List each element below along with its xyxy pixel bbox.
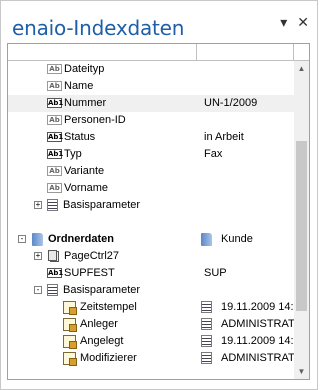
- row-label: Dateityp: [64, 63, 105, 75]
- system-field-icon: [63, 301, 77, 315]
- row-label: PageCtrl27: [64, 250, 120, 262]
- row-value: 19.11.2009 14:: [221, 335, 294, 347]
- panel-menu-dropdown-icon[interactable]: ▾: [280, 14, 287, 31]
- grid-row-variante[interactable]: Ab Variante: [8, 163, 294, 180]
- row-label: Modifizierer: [80, 352, 137, 364]
- row-value: Fax: [204, 148, 223, 160]
- system-field-icon: [63, 318, 77, 332]
- row-label: Nummer: [64, 97, 107, 109]
- row-label: Basisparameter: [63, 199, 141, 211]
- grid-row-zeitstempel[interactable]: Zeitstempel 19.11.2009 14:: [8, 299, 294, 316]
- collapse-minus-icon[interactable]: -: [34, 286, 42, 294]
- grid-row-personen-id[interactable]: Ab Personen-ID: [8, 112, 294, 129]
- header-name-column[interactable]: [8, 44, 197, 60]
- row-label: Typ: [64, 148, 82, 160]
- row-label: Angelegt: [80, 335, 124, 347]
- text-field-icon: Ab: [47, 183, 62, 193]
- grid-group-basisparameter[interactable]: + Basisparameter: [8, 197, 294, 214]
- row-label: Status: [64, 131, 96, 143]
- list-value-icon: [201, 318, 212, 330]
- text-field-icon: Ab: [47, 64, 62, 74]
- row-value: in Arbeit: [204, 131, 244, 143]
- grid-row-modifizierer[interactable]: Modifizierer ADMINISTRAT: [8, 350, 294, 367]
- grid-group-pagectrl27[interactable]: + PageCtrl27: [8, 248, 294, 265]
- grid-row-name[interactable]: Ab Name: [8, 78, 294, 95]
- required-text-field-icon: Ab1: [47, 98, 64, 108]
- page-control-icon: [48, 250, 59, 262]
- text-field-icon: Ab: [47, 81, 62, 91]
- list-group-icon: [47, 284, 58, 296]
- required-text-field-icon: Ab1: [47, 149, 64, 159]
- vertical-scrollbar[interactable]: ▲ ▼: [294, 61, 309, 379]
- folder-icon: [201, 233, 212, 246]
- scrollbar-thumb[interactable]: [296, 141, 307, 311]
- row-label: Vorname: [64, 182, 109, 194]
- grid-spacer-row: [8, 214, 294, 231]
- title-buttons: ▾ ✕: [280, 14, 309, 31]
- panel-close-icon[interactable]: ✕: [297, 14, 309, 31]
- grid-rows: Ab Dateityp Ab Name Ab1 Nummer UN-1/2009…: [8, 61, 294, 367]
- row-value: 19.11.2009 14:: [221, 301, 294, 313]
- grid-header: [8, 44, 309, 61]
- grid-row-dateityp[interactable]: Ab Dateityp: [8, 61, 294, 78]
- text-field-icon: Ab: [47, 115, 62, 125]
- row-value: UN-1/2009: [204, 97, 258, 109]
- scroll-down-arrow-icon[interactable]: ▼: [294, 364, 309, 379]
- expand-plus-icon[interactable]: +: [34, 252, 42, 260]
- list-value-icon: [201, 301, 212, 313]
- row-label: SUPFEST: [64, 267, 115, 279]
- grid-row-nummer[interactable]: Ab1 Nummer UN-1/2009: [8, 95, 294, 112]
- list-value-icon: [201, 352, 212, 364]
- grid-row-vorname[interactable]: Ab Vorname: [8, 180, 294, 197]
- grid-row-supfest[interactable]: Ab1 SUPFEST SUP: [8, 265, 294, 282]
- expand-plus-icon[interactable]: +: [34, 201, 42, 209]
- list-group-icon: [47, 199, 58, 211]
- row-label: Basisparameter: [63, 284, 141, 296]
- system-field-icon: [63, 352, 77, 366]
- row-label: Zeitstempel: [80, 301, 137, 313]
- system-field-icon: [63, 335, 77, 349]
- scroll-up-arrow-icon[interactable]: ▲: [294, 61, 309, 76]
- row-label: Personen-ID: [64, 114, 126, 126]
- required-text-field-icon: Ab1: [47, 268, 64, 278]
- text-field-icon: Ab: [47, 166, 62, 176]
- grid-row-angelegt[interactable]: Angelegt 19.11.2009 14:: [8, 333, 294, 350]
- collapse-minus-icon[interactable]: -: [18, 235, 26, 243]
- grid-group-basisparameter-expanded[interactable]: - Basisparameter: [8, 282, 294, 299]
- panel-title: enaio-Indexdaten: [12, 16, 185, 40]
- grid-row-status[interactable]: Ab1 Status in Arbeit: [8, 129, 294, 146]
- row-label: Name: [64, 80, 94, 92]
- index-data-panel: enaio-Indexdaten ▾ ✕ Ab Dateityp Ab Name: [0, 0, 318, 390]
- row-value: ADMINISTRAT: [221, 318, 294, 330]
- row-value: ADMINISTRAT: [221, 352, 294, 364]
- header-value-column[interactable]: [197, 44, 294, 60]
- row-label: Anleger: [80, 318, 118, 330]
- required-text-field-icon: Ab1: [47, 132, 64, 142]
- grid-row-anleger[interactable]: Anleger ADMINISTRAT: [8, 316, 294, 333]
- grid-row-typ[interactable]: Ab1 Typ Fax: [8, 146, 294, 163]
- row-value: SUP: [204, 267, 227, 279]
- grid-group-ordnerdaten[interactable]: - Ordnerdaten Kunde: [8, 231, 294, 248]
- row-label: Variante: [64, 165, 105, 177]
- folder-icon: [32, 233, 43, 246]
- property-grid: Ab Dateityp Ab Name Ab1 Nummer UN-1/2009…: [7, 43, 310, 380]
- list-value-icon: [201, 335, 212, 347]
- row-label: Ordnerdaten: [48, 233, 115, 245]
